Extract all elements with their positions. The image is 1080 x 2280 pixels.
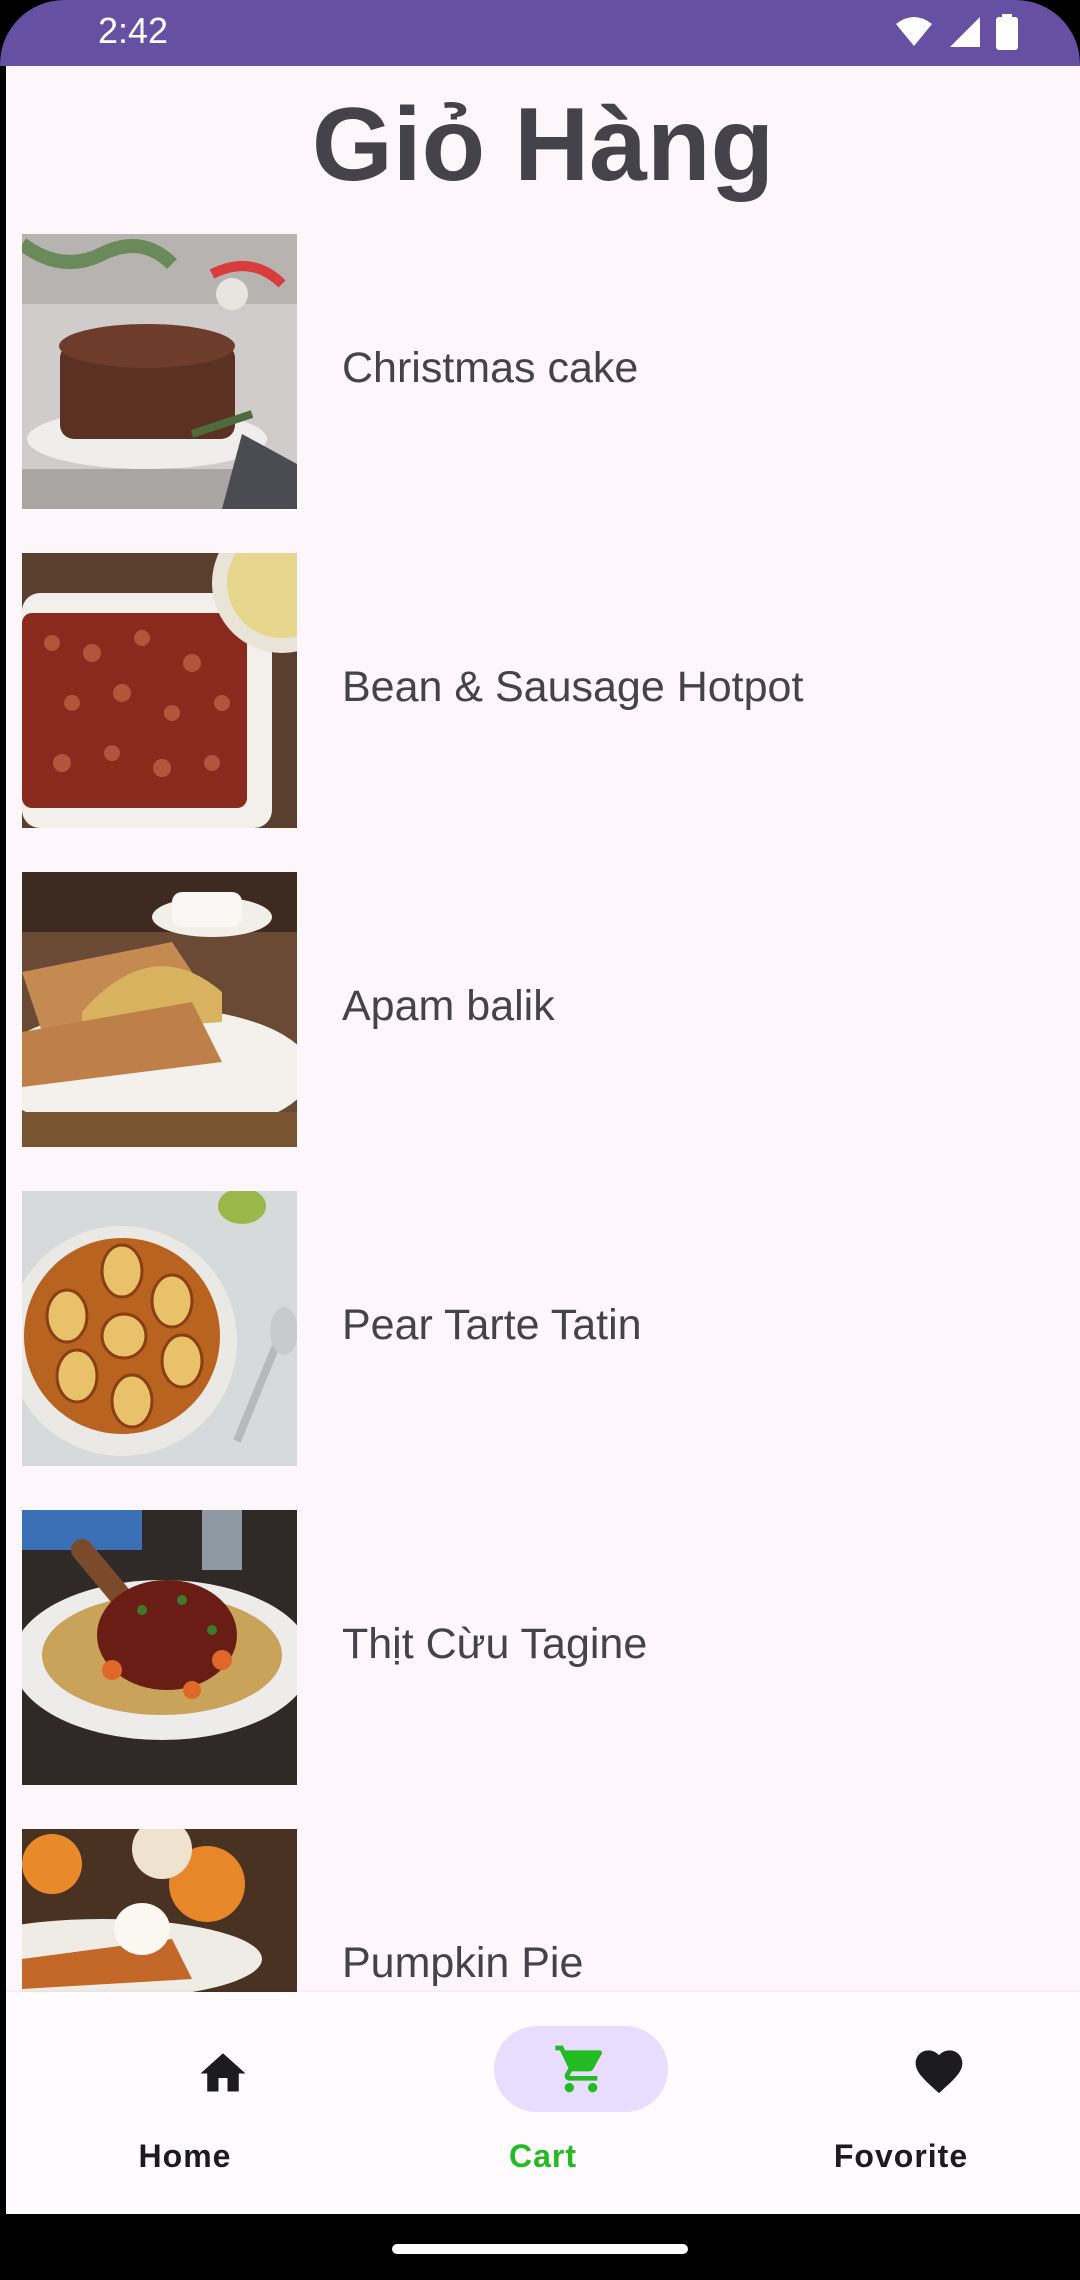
list-item[interactable]: Pear Tarte Tatin — [22, 1191, 1062, 1466]
list-item[interactable]: Christmas cake — [22, 234, 1062, 509]
list-item[interactable]: Bean & Sausage Hotpot — [22, 553, 1062, 828]
status-bar: 2:42 — [0, 0, 1080, 66]
item-name: Pear Tarte Tatin — [342, 1301, 642, 1349]
item-thumbnail — [22, 1829, 297, 1992]
nav-favorite-label: Fovorite — [833, 2138, 969, 2174]
item-name: Christmas cake — [342, 344, 639, 392]
nav-cart-label: Cart — [508, 2138, 577, 2174]
item-name: Apam balik — [342, 982, 555, 1030]
nav-home-label: Home — [138, 2138, 232, 2174]
item-thumbnail — [22, 1191, 297, 1466]
item-name: Thịt Cừu Tagine — [342, 1620, 648, 1668]
status-time: 2:42 — [98, 10, 169, 51]
item-name: Pumpkin Pie — [342, 1939, 584, 1987]
battery-icon — [996, 14, 1018, 50]
nav-favorite-pill[interactable] — [852, 2026, 1026, 2112]
item-thumbnail — [22, 553, 297, 828]
list-item[interactable]: Pumpkin Pie — [22, 1829, 1062, 1992]
phone-screen: 2:42 Giỏ Hàng Christmas cake Bean & Saus… — [0, 0, 1080, 2280]
cart-screen: Giỏ Hàng Christmas cake Bean & Sausage H… — [6, 66, 1080, 1992]
page-title: Giỏ Hàng — [311, 87, 775, 203]
nav-cart-pill[interactable] — [494, 2026, 668, 2112]
nav-home-pill[interactable] — [136, 2026, 310, 2112]
item-name: Bean & Sausage Hotpot — [342, 663, 804, 711]
cart-list[interactable]: Christmas cake Bean & Sausage Hotpot Apa… — [22, 234, 1062, 1992]
list-item[interactable]: Apam balik — [22, 872, 1062, 1147]
cellular-signal-icon — [950, 17, 980, 47]
list-item[interactable]: Thịt Cừu Tagine — [22, 1510, 1062, 1785]
item-thumbnail — [22, 234, 297, 509]
home-icon — [200, 2053, 246, 2092]
bottom-navigation: Home Cart Fovorite — [6, 1992, 1080, 2214]
item-thumbnail — [22, 1510, 297, 1785]
wifi-icon — [896, 17, 932, 46]
nav-item-favorite[interactable]: Fovorite — [722, 1992, 1080, 2214]
heart-icon — [915, 2050, 963, 2094]
nav-item-home[interactable]: Home — [6, 1992, 364, 2214]
item-thumbnail — [22, 872, 297, 1147]
home-gesture-handle[interactable] — [392, 2244, 688, 2254]
cart-icon — [555, 2045, 603, 2093]
nav-item-cart[interactable]: Cart — [364, 1992, 722, 2214]
status-icons — [894, 14, 1018, 50]
gesture-navigation-bar — [0, 2214, 1080, 2280]
